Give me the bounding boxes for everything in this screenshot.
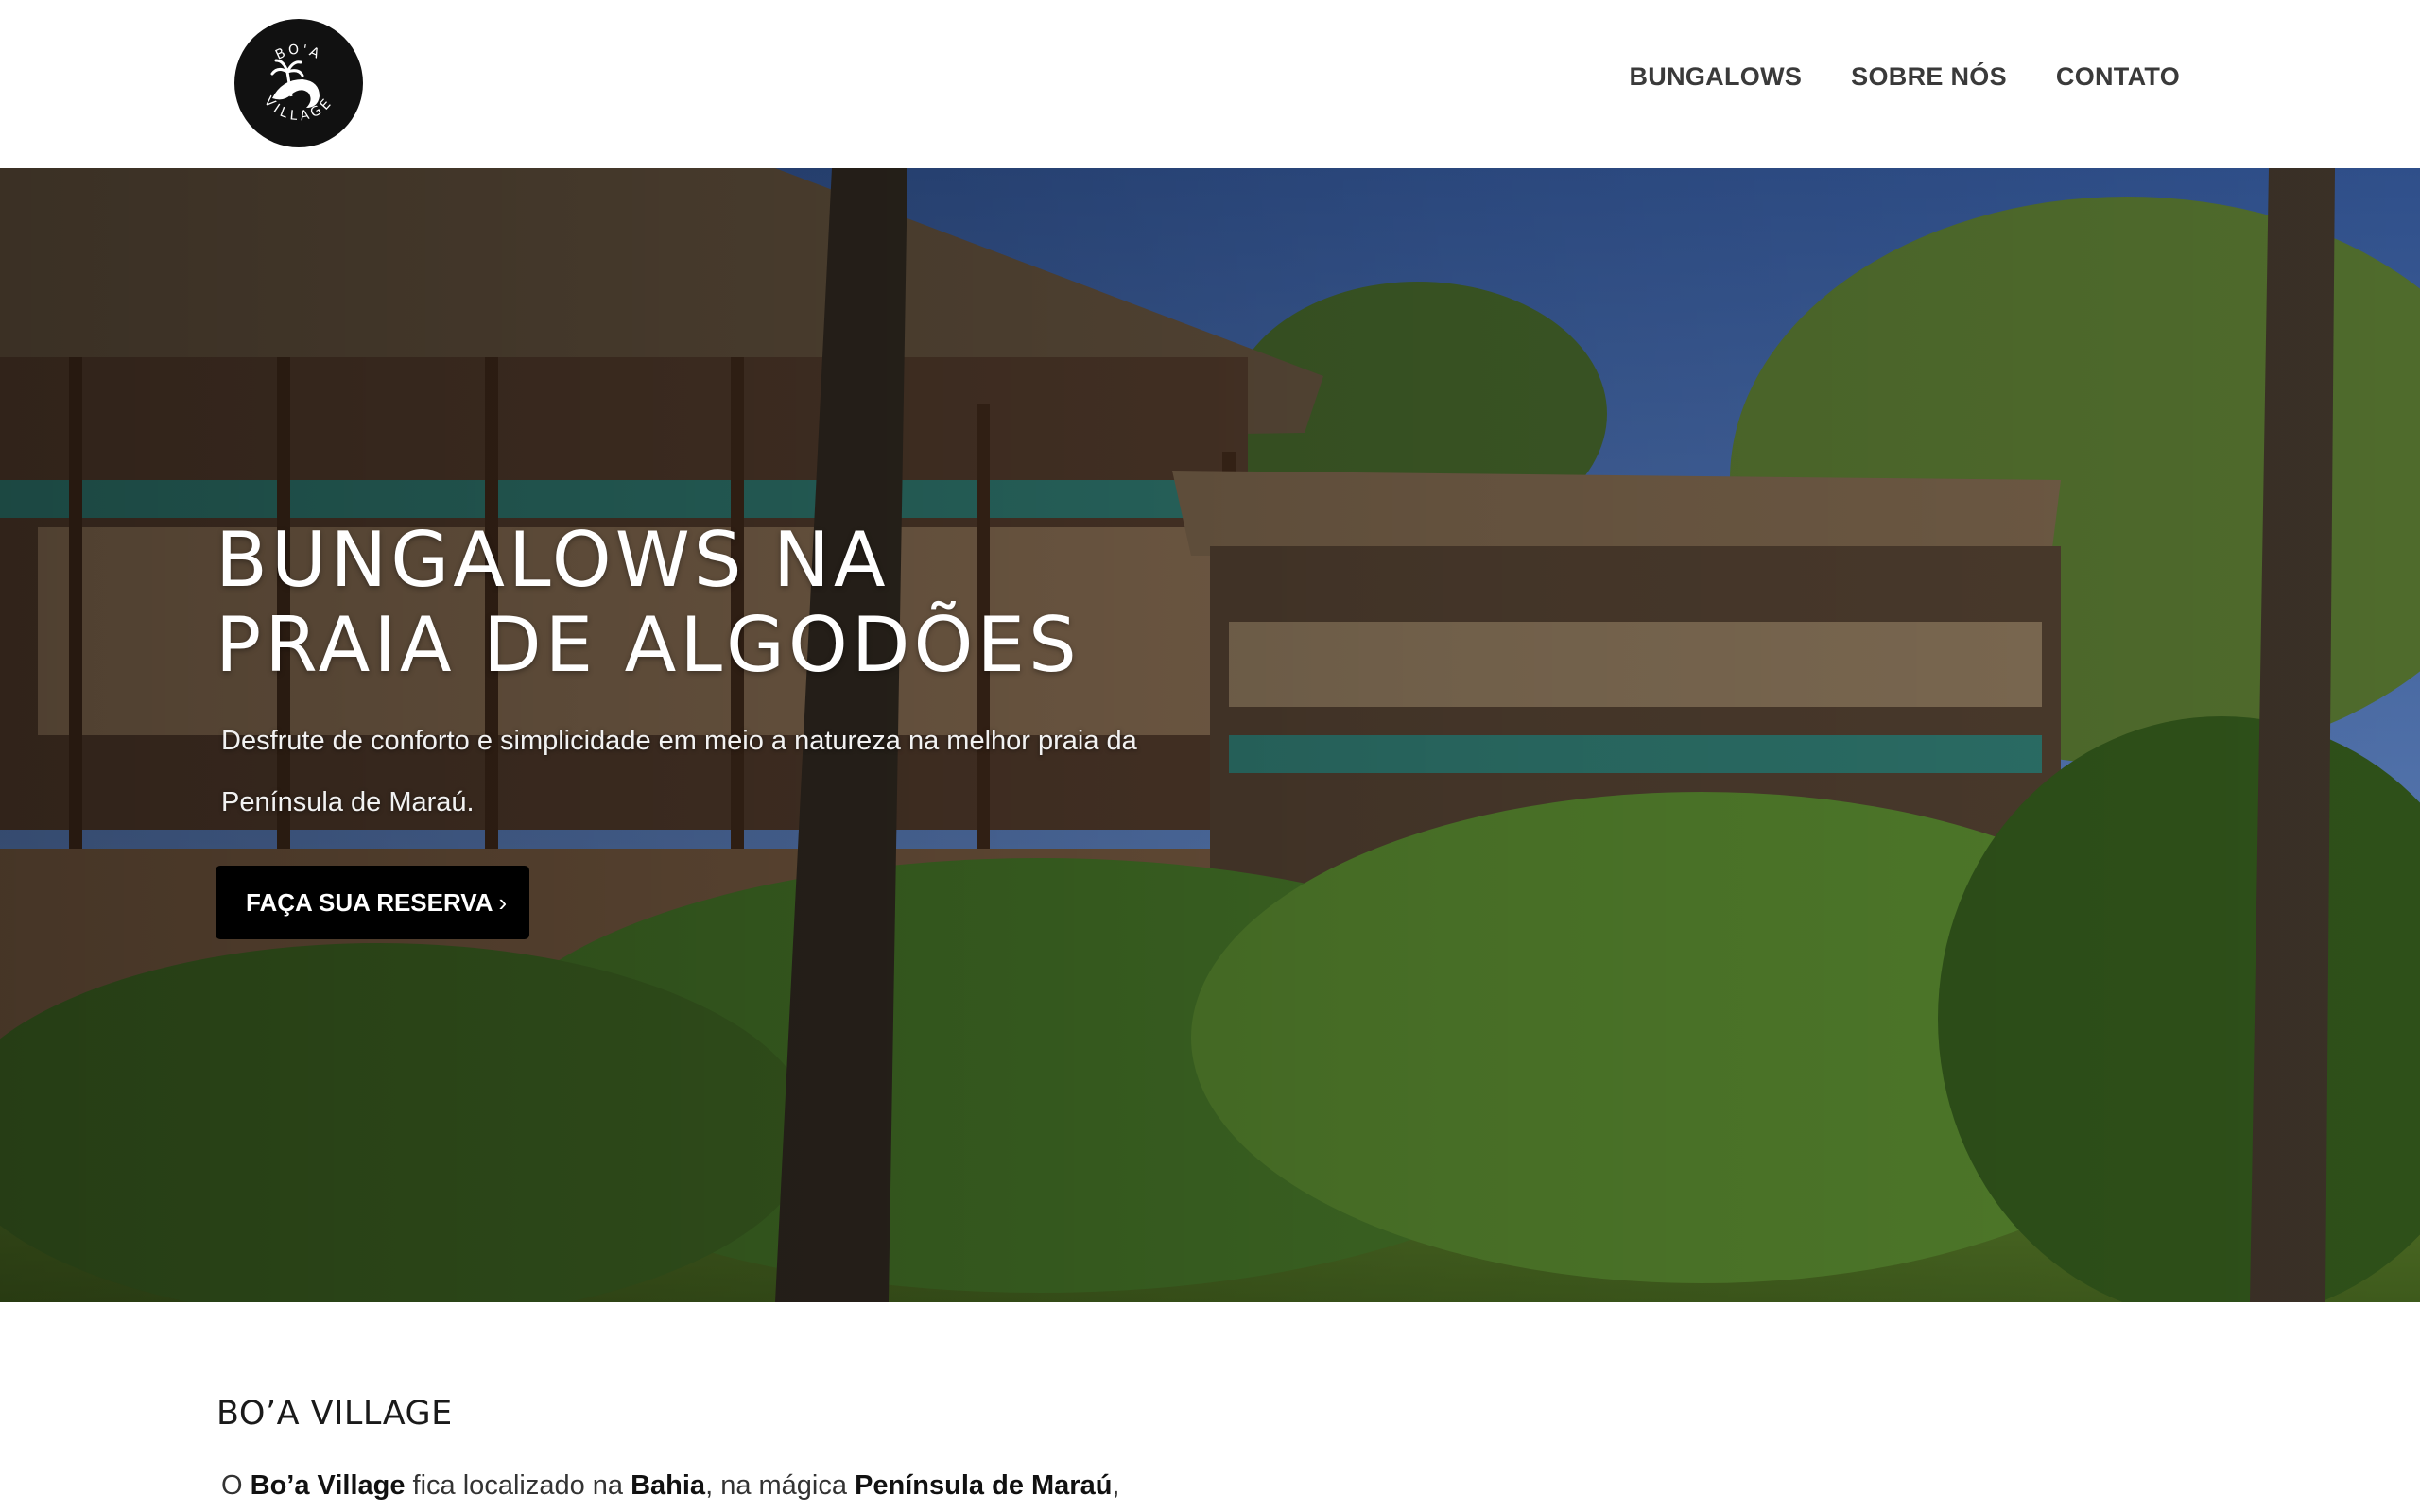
hero-subtitle: Desfrute de conforto e simplicidade em m…	[221, 726, 1137, 817]
chevron-right-icon: ›	[498, 888, 508, 917]
palm-wave-logo-icon: BO'A VILLAGE	[234, 19, 363, 147]
intro-section: BO’A VILLAGE O Bo’a Village fica localiz…	[0, 1302, 2420, 1512]
hero-title-line2: PRAIA DE ALGODÕES	[216, 601, 1080, 689]
site-logo[interactable]: BO'A VILLAGE	[233, 17, 365, 149]
intro-text-part: ,	[1112, 1470, 1120, 1501]
hero-title-line1: BUNGALOWS NA	[216, 516, 890, 604]
intro-text-part: fica localizado na	[405, 1470, 631, 1501]
hero-section: BUNGALOWS NA PRAIA DE ALGODÕES Desfrute …	[0, 168, 2420, 1302]
intro-text-part: , na mágica	[705, 1470, 856, 1501]
hero-title: BUNGALOWS NA PRAIA DE ALGODÕES	[216, 518, 1350, 688]
nav-link-contato[interactable]: CONTATO	[2056, 62, 2180, 92]
site-header: BO'A VILLAGE BUNGALOWS SOBRE NÓS CONTATO	[0, 0, 2420, 168]
intro-text-part: O	[221, 1470, 251, 1501]
intro-title: BO’A VILLAGE	[216, 1395, 453, 1433]
nav-link-sobre-nos[interactable]: SOBRE NÓS	[1851, 62, 2007, 92]
intro-text: O Bo’a Village fica localizado na Bahia,…	[221, 1470, 1119, 1502]
nav-link-bungalows[interactable]: BUNGALOWS	[1629, 62, 1802, 92]
intro-text-bold: Península de Maraú	[855, 1470, 1113, 1501]
reserve-button-label: FAÇA SUA RESERVA	[246, 888, 493, 917]
intro-text-bold: Bo’a Village	[250, 1470, 406, 1501]
reserve-button[interactable]: FAÇA SUA RESERVA ›	[216, 866, 530, 939]
intro-text-bold: Bahia	[631, 1470, 706, 1501]
main-nav: BUNGALOWS SOBRE NÓS CONTATO	[1629, 62, 2180, 92]
hero-content: BUNGALOWS NA PRAIA DE ALGODÕES Desfrute …	[216, 518, 1444, 939]
